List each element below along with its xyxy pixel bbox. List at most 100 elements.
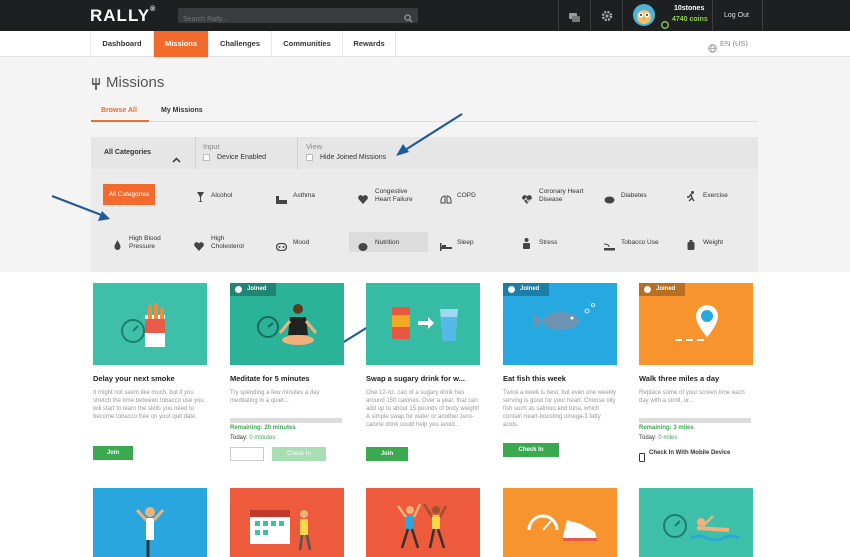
mission-title[interactable]: Eat fish this week xyxy=(503,374,566,383)
category-mood[interactable]: Mood xyxy=(293,239,309,247)
category-all[interactable]: All Categories xyxy=(103,184,155,205)
mission-card-image[interactable] xyxy=(366,488,480,557)
category-coronary-heart-disease[interactable]: Coronary Heart Disease xyxy=(539,188,583,203)
chat-icon[interactable] xyxy=(569,10,580,28)
tab-missions[interactable]: Missions xyxy=(153,31,208,57)
logo-text: RALLY xyxy=(90,6,151,25)
today-value: 0 minutes xyxy=(249,435,276,441)
globe-icon[interactable] xyxy=(708,40,717,58)
device-enabled-label[interactable]: Device Enabled xyxy=(217,154,266,161)
search-icon[interactable] xyxy=(404,10,413,28)
join-button[interactable]: Join xyxy=(366,447,408,461)
device-enabled-checkbox[interactable] xyxy=(203,154,210,161)
logout-link[interactable]: Log Out xyxy=(724,12,749,19)
category-congestive-heart-failure[interactable]: Congestive Heart Failure xyxy=(375,188,413,203)
category-diabetes[interactable]: Diabetes xyxy=(621,192,647,200)
joined-label: Joined xyxy=(656,286,676,292)
chevron-up-icon[interactable] xyxy=(172,150,181,168)
mobile-device-icon xyxy=(639,449,645,467)
hide-joined-checkbox[interactable] xyxy=(306,154,313,161)
category-tobacco-use[interactable]: Tobacco Use xyxy=(621,239,659,247)
progress-bar xyxy=(639,418,751,423)
tab-challenges[interactable]: Challenges xyxy=(208,31,271,57)
category-sleep[interactable]: Sleep xyxy=(457,239,474,247)
mobile-check-in-link[interactable]: Check In With Mobile Device xyxy=(649,450,730,456)
progress-bar xyxy=(230,418,342,423)
check-in-button[interactable]: Check In xyxy=(272,447,326,461)
diabetes-icon xyxy=(604,191,615,204)
alcohol-icon xyxy=(196,190,205,202)
log-input-field[interactable] xyxy=(230,447,264,461)
top-header: RALLY® 10stones 4740 coins Log Out xyxy=(0,0,850,31)
subtab-my-missions[interactable]: My Missions xyxy=(161,107,203,114)
input-heading: Input xyxy=(203,142,220,151)
join-button[interactable]: Join xyxy=(93,446,133,460)
main-nav: Dashboard Missions Challenges Communitie… xyxy=(0,31,850,57)
tab-rewards[interactable]: Rewards xyxy=(342,31,396,57)
header-divider xyxy=(712,0,713,31)
mission-image xyxy=(366,283,480,365)
view-heading: View xyxy=(306,142,323,151)
gear-icon[interactable] xyxy=(601,9,613,27)
filter-divider xyxy=(195,137,196,169)
tab-dashboard[interactable]: Dashboard xyxy=(90,31,153,57)
mission-title[interactable]: Walk three miles a day xyxy=(639,374,719,383)
mission-image: Joined xyxy=(230,283,344,365)
category-copd[interactable]: COPD xyxy=(457,192,476,200)
check-icon xyxy=(644,286,651,293)
category-select-value[interactable]: All Categories xyxy=(104,149,151,156)
mission-card-image[interactable] xyxy=(93,488,207,557)
stress-icon xyxy=(522,236,531,249)
heart-pulse-icon xyxy=(194,238,204,251)
mission-desc: One 12-oz. can of a sugary drink has aro… xyxy=(366,390,480,428)
search-input[interactable] xyxy=(178,12,398,27)
running-icon xyxy=(686,189,695,202)
tab-communities[interactable]: Communities xyxy=(271,31,342,57)
check-icon xyxy=(235,286,242,293)
mission-title[interactable]: Delay your next smoke xyxy=(93,374,175,383)
joined-label: Joined xyxy=(247,286,267,292)
mission-card-image[interactable] xyxy=(230,488,344,557)
lungs-icon xyxy=(440,191,452,204)
blood-drop-icon xyxy=(114,237,123,250)
category-stress[interactable]: Stress xyxy=(539,239,557,247)
search-box[interactable] xyxy=(178,8,418,27)
mission-image: Joined xyxy=(639,283,753,365)
remaining-text: Remaining: 20 minutes xyxy=(230,425,296,431)
mission-image: Joined xyxy=(503,283,617,365)
category-exercise[interactable]: Exercise xyxy=(703,192,728,200)
mission-card-image[interactable] xyxy=(639,488,753,557)
today-text: Today: 0 miles xyxy=(639,435,677,441)
category-alcohol[interactable]: Alcohol xyxy=(211,192,232,200)
mission-desc: It might not seem like much, but if you … xyxy=(93,390,204,420)
subtab-browse-all[interactable]: Browse All xyxy=(101,107,137,114)
check-icon xyxy=(508,286,515,293)
category-high-blood-pressure[interactable]: High Blood Pressure xyxy=(129,235,161,250)
tobacco-icon xyxy=(603,238,615,251)
category-weight[interactable]: Weight xyxy=(703,239,723,247)
bed-icon xyxy=(440,238,452,251)
today-text: Today: 0 minutes xyxy=(230,435,275,441)
asthma-icon xyxy=(276,191,287,204)
username[interactable]: 10stones xyxy=(674,5,704,12)
category-asthma[interactable]: Asthma xyxy=(293,192,315,200)
rally-logo[interactable]: RALLY® xyxy=(90,6,156,26)
mission-title[interactable]: Meditate for 5 minutes xyxy=(230,374,310,383)
mission-desc: Try spending a few minutes a day meditat… xyxy=(230,390,320,404)
heart-icon xyxy=(358,191,368,204)
category-panel xyxy=(91,169,758,272)
category-nutrition[interactable]: Nutrition xyxy=(375,239,399,247)
mission-card-image[interactable] xyxy=(503,488,617,557)
hide-joined-label[interactable]: Hide Joined Missions xyxy=(320,154,386,161)
mission-title[interactable]: Swap a sugary drink for w... xyxy=(366,374,465,383)
header-divider xyxy=(558,0,559,31)
mission-desc: Twice a week is best, but even one weekl… xyxy=(503,390,617,428)
header-divider xyxy=(622,0,623,31)
check-in-button[interactable]: Check In xyxy=(503,443,559,457)
today-label: Today: xyxy=(639,435,657,441)
avatar[interactable] xyxy=(633,4,655,26)
coins-balance: 4740 coins xyxy=(672,16,708,23)
header-divider xyxy=(590,0,591,31)
category-high-cholesterol[interactable]: High Cholesterol xyxy=(211,235,244,250)
language-selector[interactable]: EN (US) xyxy=(720,39,748,48)
